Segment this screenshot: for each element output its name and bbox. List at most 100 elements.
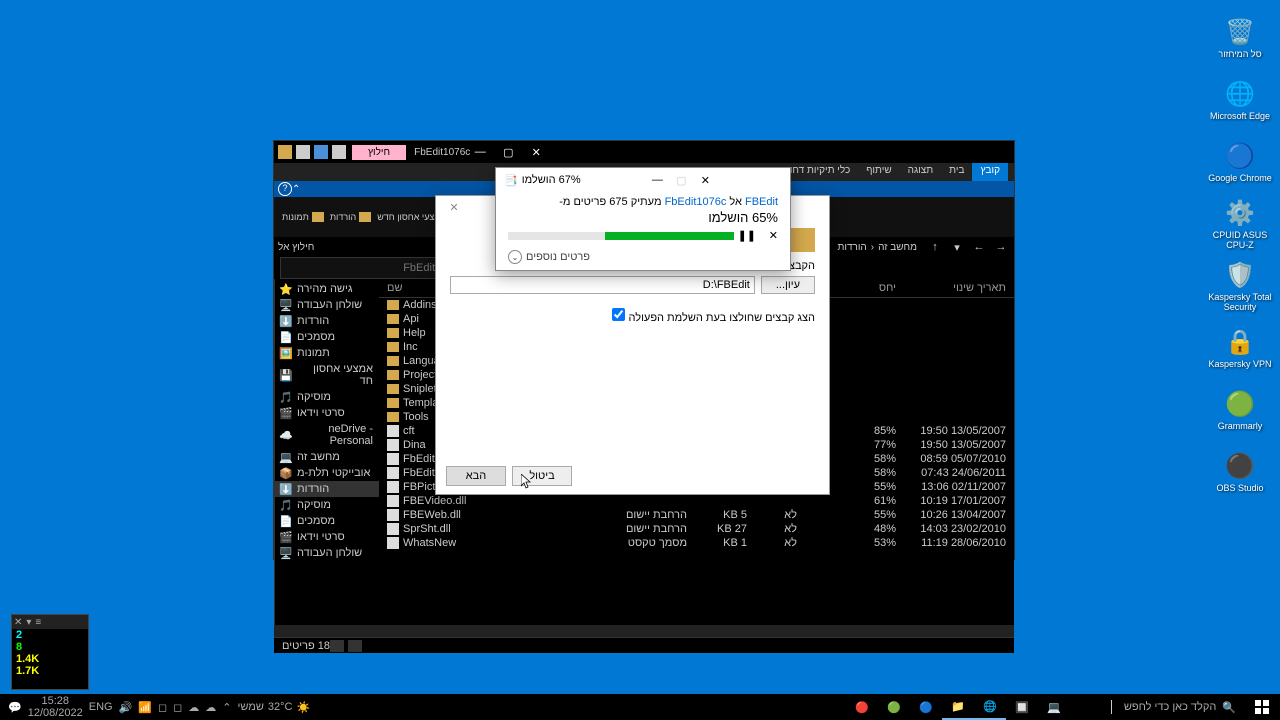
cancel-button[interactable]: ביטול [512, 466, 572, 486]
desktop-icon[interactable]: 🔵Google Chrome [1208, 132, 1272, 192]
file-row[interactable]: 13/04/2007 10:2655%לא5 KBהרחבת יישוםFBEW… [379, 508, 1014, 522]
qat-icon[interactable] [314, 145, 328, 159]
taskbar-app[interactable]: 🔴 [846, 694, 878, 720]
desktop-icon[interactable]: ⚫OBS Studio [1208, 442, 1272, 502]
breadcrumb-path[interactable]: הורדות [837, 242, 866, 253]
tray-wifi-icon[interactable]: 📶 [138, 701, 152, 714]
nav-item[interactable]: שולחן העבודה🖥️ [275, 297, 379, 313]
maximize-button[interactable]: ▢ [498, 143, 518, 161]
ribbon-destination[interactable]: הורדות [330, 212, 371, 222]
taskbar-clock[interactable]: 15:28 12/08/2022 [28, 695, 83, 719]
nav-item[interactable]: שולחן העבודה🖥️ [275, 545, 379, 561]
view-details-icon[interactable] [348, 640, 362, 652]
close-icon[interactable]: ✕ [14, 617, 22, 628]
nav-item[interactable]: הורדות⬇️ [275, 481, 379, 497]
more-details-toggle[interactable]: פרטים נוספים ⌄ [508, 250, 778, 264]
col-ratio[interactable]: יחס [846, 282, 896, 294]
browse-button[interactable]: עיון... [761, 276, 815, 294]
minimize-button[interactable]: ― [470, 143, 490, 161]
desktop-icon[interactable]: 🟢Grammarly [1208, 380, 1272, 440]
menu-item[interactable]: קובץ [972, 163, 1008, 181]
col-date[interactable]: תאריך שינוי [896, 282, 1006, 294]
destination-input[interactable] [450, 276, 755, 294]
progress-title: 67% הושלמו [522, 174, 581, 186]
close-icon[interactable]: ✕ [444, 198, 464, 216]
close-icon[interactable]: ✕ [693, 174, 717, 187]
taskbar-app[interactable]: 🌐 [974, 694, 1006, 720]
help-icon[interactable]: ? [278, 182, 292, 196]
notification-icon[interactable]: 💬 [8, 701, 22, 714]
file-row[interactable]: 28/06/2010 11:1953%לא1 KBמסמך טקסטWhatsN… [379, 536, 1014, 550]
tray-cloud-icon[interactable]: ☁ [205, 701, 216, 714]
desktop-icon[interactable]: 🛡️Kaspersky Total Security [1208, 256, 1272, 316]
task-view-button[interactable]: ⊞ [1070, 694, 1102, 720]
chevron-down-icon[interactable]: ▾ [948, 241, 966, 254]
taskbar-app[interactable]: 📁 [942, 694, 974, 720]
nav-item[interactable]: מסמכים📄 [275, 513, 379, 529]
tray-volume-icon[interactable]: 🔊 [119, 701, 133, 714]
nav-item[interactable]: neDrive - Personal☁️ [275, 421, 379, 449]
nav-item[interactable]: סרטי וידאו🎬 [275, 405, 379, 421]
breadcrumb-this-pc[interactable]: מחשב זה [878, 242, 917, 253]
tray-app-icon[interactable]: ◻ [158, 701, 167, 714]
nav-item[interactable]: תמונות🖼️ [275, 345, 379, 361]
nav-item[interactable]: מחשב זה💻 [275, 449, 379, 465]
taskbar-app[interactable]: 🟢 [878, 694, 910, 720]
desktop-icon[interactable]: 🗑️סל המיחזור [1208, 8, 1272, 68]
menu-item[interactable]: שיתוף [858, 163, 899, 181]
view-icons-icon[interactable] [330, 640, 344, 652]
progress-titlebar[interactable]: ✕ ▢ ― 67% הושלמו 📑 [496, 168, 790, 192]
show-files-checkbox[interactable]: הצג קבצים שחולצו בעת השלמת הפעולה [612, 312, 815, 324]
progress-source-link[interactable]: FbEdit1076c [665, 196, 727, 208]
desktop-icon[interactable]: 🔒Kaspersky VPN [1208, 318, 1272, 378]
qat-icon[interactable] [278, 145, 292, 159]
taskbar-app[interactable]: 💻 [1038, 694, 1070, 720]
icon-label: Microsoft Edge [1210, 112, 1270, 122]
weather-widget[interactable]: ☀️ 32°C שמשי [238, 701, 311, 714]
search-input[interactable] [280, 257, 440, 279]
file-row[interactable]: 17/01/2007 10:1961%FBEVideo.dll [379, 494, 1014, 508]
nav-up-button[interactable]: ↑ [926, 241, 944, 253]
nav-item[interactable]: מסמכים📄 [275, 329, 379, 345]
close-button[interactable]: ✕ [526, 143, 546, 161]
nav-item[interactable]: מוסיקה🎵 [275, 389, 379, 405]
collapse-icon[interactable]: ⌃ [292, 184, 300, 195]
nav-item[interactable]: הורדות⬇️ [275, 313, 379, 329]
taskbar-app[interactable]: 🔵 [910, 694, 942, 720]
ribbon-tab-extract[interactable]: חילוץ [352, 145, 406, 160]
qat-icon[interactable] [296, 145, 310, 159]
minimize-icon[interactable]: ― [645, 174, 669, 186]
desktop-icon[interactable]: ⚙️CPUID ASUS CPU-Z [1208, 194, 1272, 254]
menu-icon[interactable]: ≡ [35, 617, 41, 628]
taskbar-app[interactable]: 🔲 [1006, 694, 1038, 720]
next-button[interactable]: הבא [446, 466, 506, 486]
start-button[interactable] [1244, 694, 1280, 720]
nav-item[interactable]: גישה מהירה⭐ [275, 281, 379, 297]
taskbar-search[interactable]: 🔍הקלד כאן כדי לחפש [1116, 701, 1244, 714]
show-files-checkbox-input[interactable] [612, 308, 625, 321]
tray-chevron-up-icon[interactable]: ⌃ [222, 701, 231, 714]
ribbon-destination[interactable]: תמונות [282, 212, 324, 222]
nav-item[interactable]: אובייקטי תלת-מ📦 [275, 465, 379, 481]
nav-item[interactable]: סרטי וידאו🎬 [275, 529, 379, 545]
tray-app-icon[interactable]: ◻ [173, 701, 182, 714]
tray-language[interactable]: ENG [89, 701, 113, 713]
menu-item[interactable]: בית [941, 163, 972, 181]
desktop-icon[interactable]: 🌐Microsoft Edge [1208, 70, 1272, 130]
maximize-icon[interactable]: ▢ [669, 174, 693, 187]
qat-icon[interactable] [332, 145, 346, 159]
menu-item[interactable]: תצוגה [900, 163, 942, 181]
nav-item[interactable]: מוסיקה🎵 [275, 497, 379, 513]
sysmon-titlebar[interactable]: ≡ ▾ ✕ [12, 615, 88, 629]
pause-copy-button[interactable]: ❚❚ [742, 229, 756, 242]
nav-forward-button[interactable]: ← [970, 241, 988, 253]
tray-onedrive-icon[interactable]: ☁ [188, 701, 199, 714]
nav-item[interactable]: אמצעי אחסון חד💾 [275, 361, 379, 389]
file-row[interactable]: 23/02/2010 14:0348%לא27 KBהרחבת יישוםSpr… [379, 522, 1014, 536]
nav-back-button[interactable]: → [992, 241, 1010, 253]
scrollbar-horizontal[interactable] [274, 625, 1014, 637]
cancel-copy-button[interactable]: ✕ [764, 229, 778, 242]
progress-dest-link[interactable]: FBEdit [745, 196, 778, 208]
chevron-down-icon[interactable]: ▾ [26, 617, 31, 628]
nav-pane[interactable]: גישה מהירה⭐שולחן העבודה🖥️הורדות⬇️מסמכים📄… [274, 279, 379, 625]
